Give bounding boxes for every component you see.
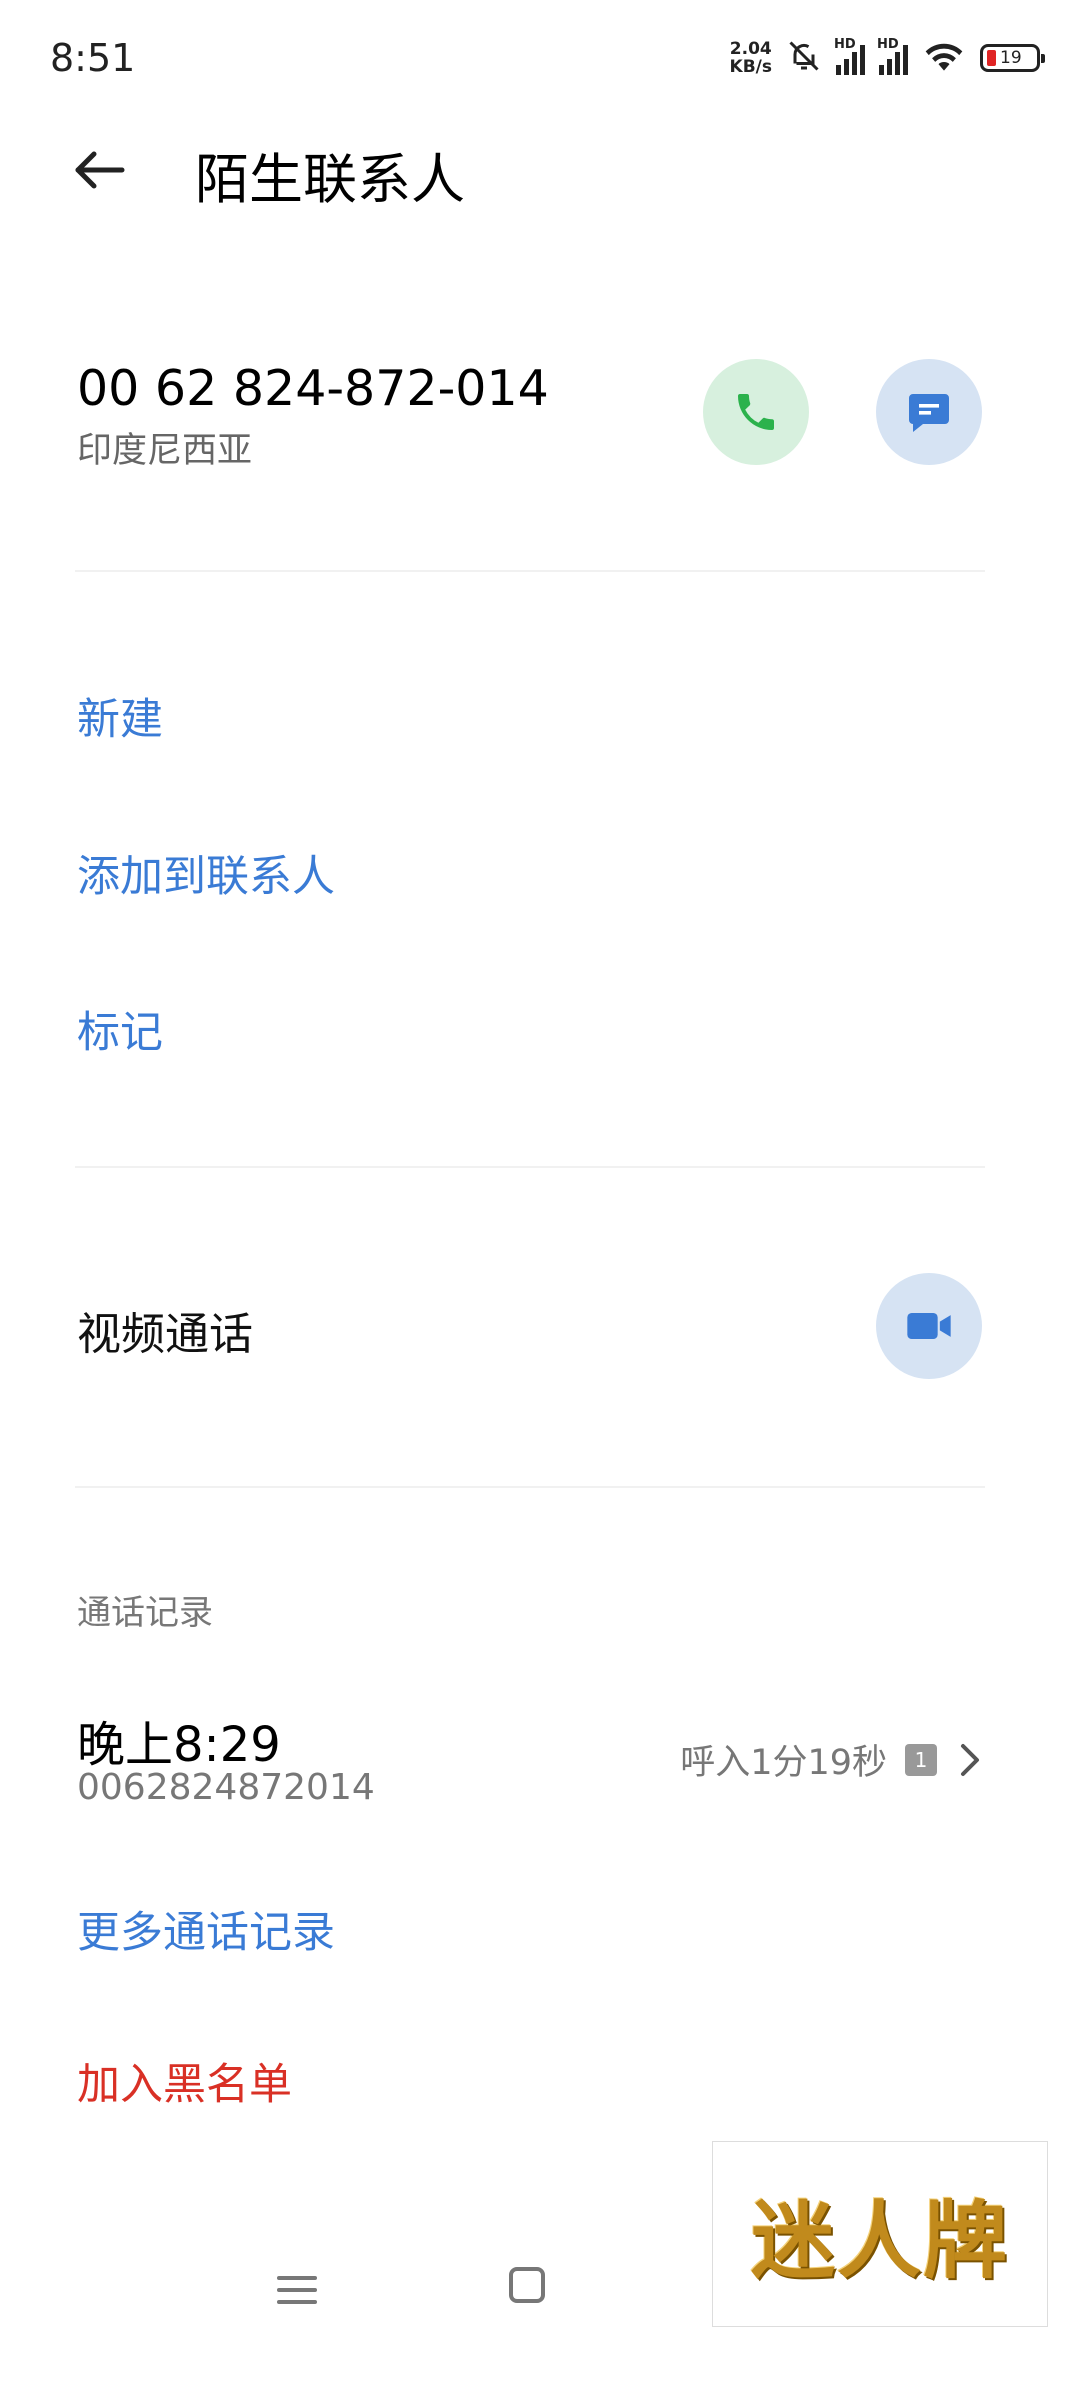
add-to-contacts-button[interactable]: 添加到联系人 [77, 842, 335, 904]
arrow-left-icon [75, 151, 125, 189]
hd-label: HD [834, 37, 856, 52]
home-icon[interactable] [509, 2267, 545, 2303]
watermark-logo: 迷人牌 [712, 2141, 1048, 2327]
status-time: 8:51 [50, 36, 136, 80]
wifi-icon [922, 39, 966, 77]
divider [75, 1486, 985, 1488]
hd-label: HD [877, 37, 899, 52]
battery-icon: 19 [980, 44, 1045, 72]
phone-icon [738, 394, 774, 430]
call-log-heading: 通话记录 [77, 1593, 213, 1633]
sim-badge: 1 [905, 1743, 937, 1776]
net-speed-value: 2.04 [729, 39, 772, 59]
video-camera-icon [907, 1313, 951, 1339]
call-number: 0062824872014 [77, 1767, 375, 1808]
divider [75, 570, 985, 572]
phone-number: 00 62 824-872-014 [77, 360, 549, 417]
message-button[interactable] [876, 359, 982, 465]
mark-button[interactable]: 标记 [77, 998, 163, 1060]
menu-icon[interactable] [277, 2268, 317, 2312]
call-description: 呼入1分19秒 [680, 1743, 887, 1783]
more-call-log-button[interactable]: 更多通话记录 [77, 1898, 335, 1960]
video-call-label: 视频通话 [77, 1309, 253, 1360]
status-icons: 2.04 KB/s HD HD 19 [730, 37, 1045, 78]
network-speed: 2.04 KB/s [730, 40, 772, 76]
call-button[interactable] [703, 359, 809, 465]
back-button[interactable] [70, 140, 130, 200]
video-call-button[interactable] [876, 1273, 982, 1379]
phone-region: 印度尼西亚 [77, 431, 253, 471]
call-time: 晚上8:29 [77, 1717, 281, 1773]
mute-bell-icon [786, 38, 822, 78]
call-meta: 呼入1分19秒 1 [680, 1734, 985, 1785]
watermark-text: 迷人牌 [750, 2190, 1009, 2290]
page-title: 陌生联系人 [195, 148, 465, 211]
net-speed-unit: KB/s [729, 57, 772, 77]
divider [75, 1166, 985, 1168]
new-contact-button[interactable]: 新建 [77, 685, 163, 747]
signal-icon: HD [877, 37, 908, 75]
signal-icon: HD [834, 37, 865, 75]
add-to-blacklist-button[interactable]: 加入黑名单 [77, 2050, 292, 2112]
battery-level: 19 [1000, 48, 1022, 68]
battery-fill [987, 50, 996, 66]
message-icon [909, 394, 949, 432]
chevron-right-icon [961, 1743, 979, 1776]
